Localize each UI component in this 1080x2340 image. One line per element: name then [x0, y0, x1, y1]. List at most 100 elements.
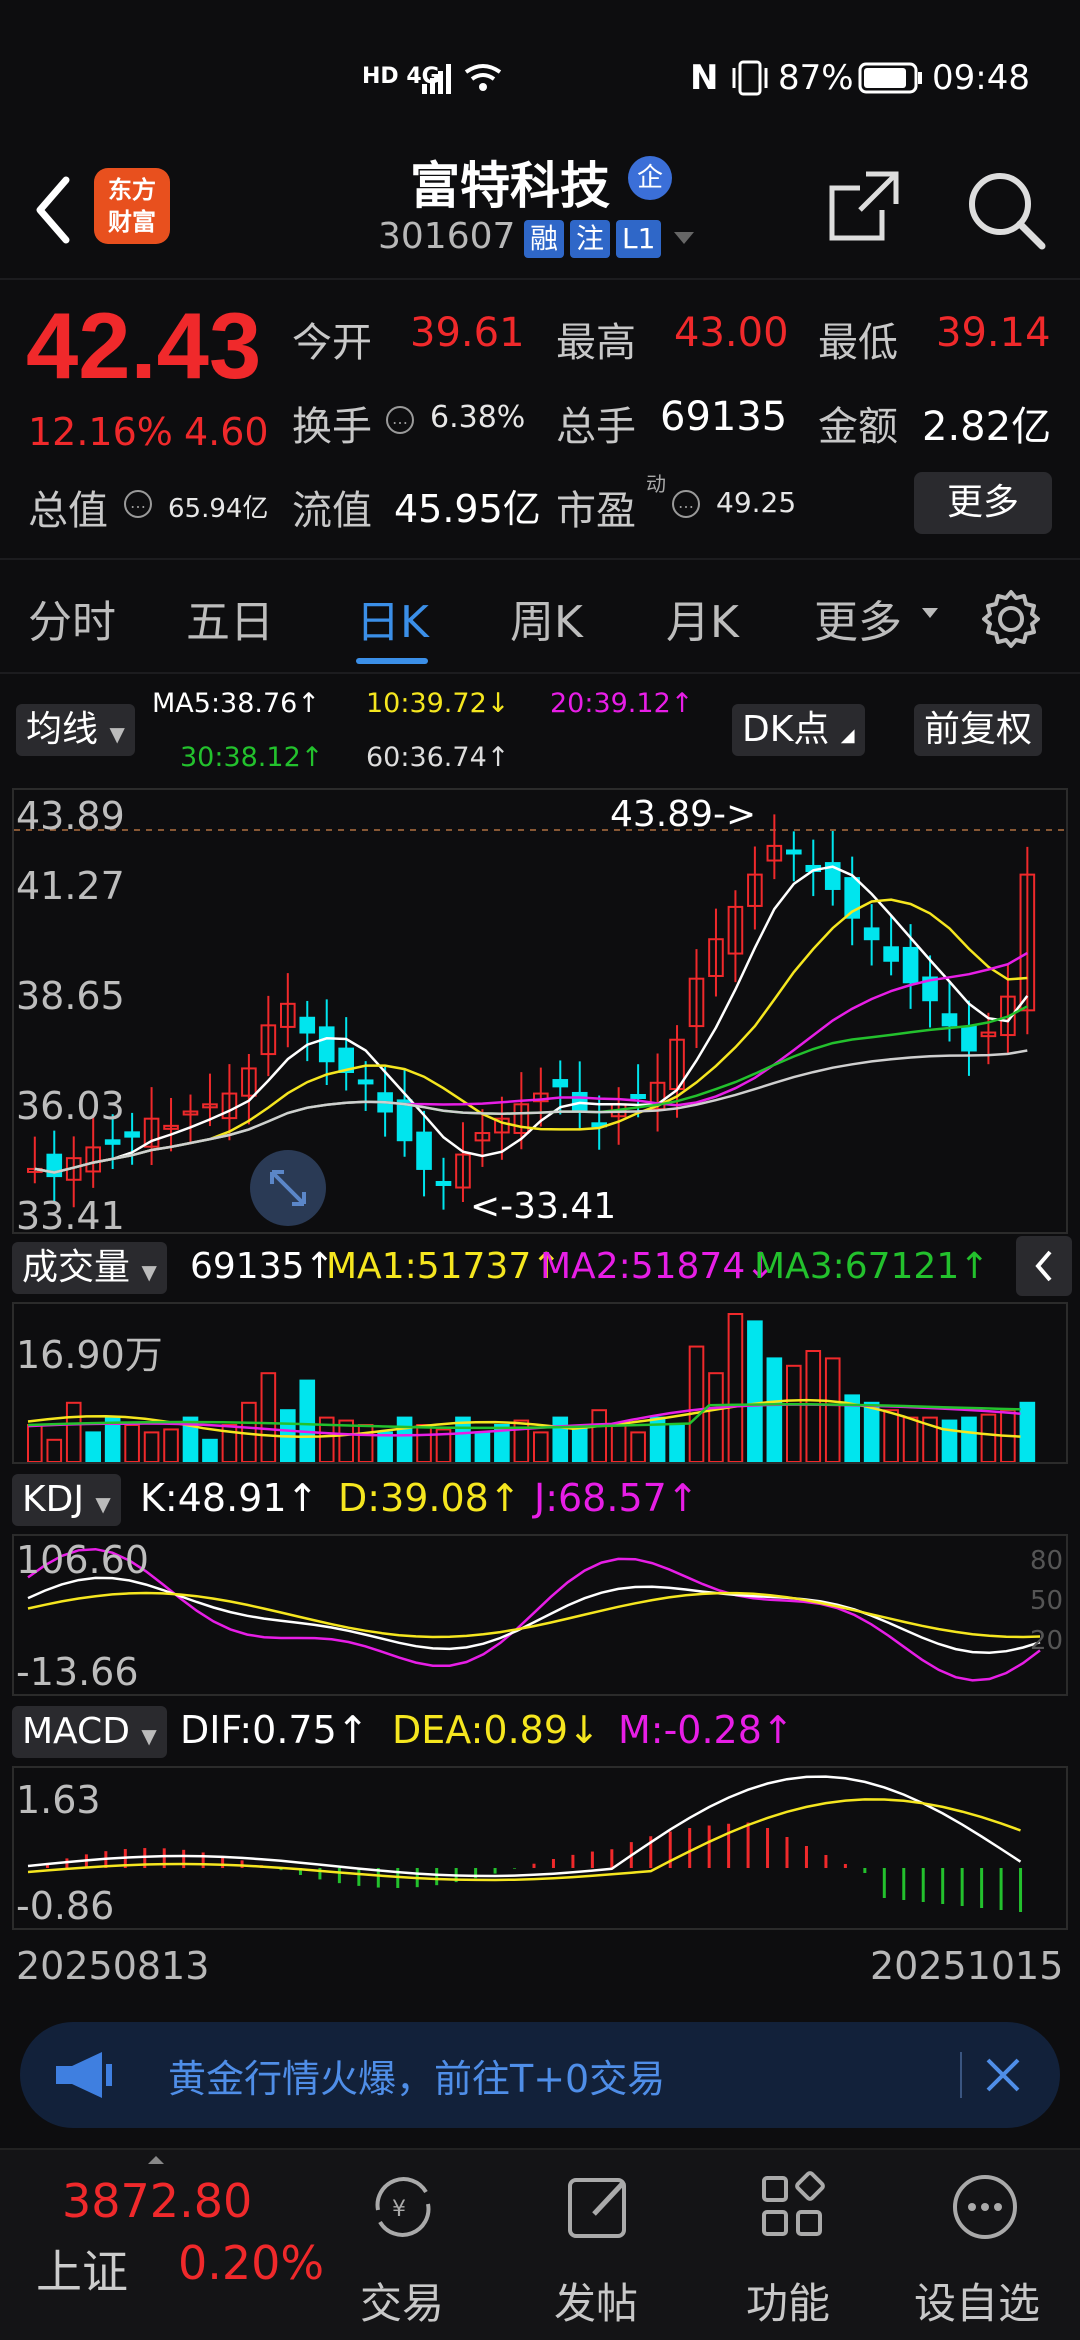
- candle: [124, 1131, 140, 1138]
- tab-daily-k[interactable]: 日K: [356, 586, 429, 650]
- gear-icon[interactable]: [980, 588, 1042, 650]
- volume-bar: [747, 1320, 763, 1462]
- stock-name: 富特科技: [410, 157, 610, 215]
- volume-bar: [124, 1424, 140, 1462]
- index-change[interactable]: 0.20%: [178, 2236, 324, 2290]
- expand-up-icon[interactable]: [146, 2154, 166, 2166]
- tab-intraday[interactable]: 分时: [28, 586, 116, 650]
- kdj-y-top: 106.60: [16, 1538, 149, 1582]
- tab-more[interactable]: 更多: [814, 586, 902, 650]
- ma-mode-select[interactable]: 均线 ▼: [16, 704, 135, 756]
- candle: [318, 1026, 335, 1063]
- high-label: 最高: [556, 320, 636, 366]
- kdj-chart: [27, 1547, 1041, 1682]
- volume-bar: [27, 1424, 43, 1462]
- tab-monthly-k[interactable]: 月K: [666, 586, 739, 650]
- volume-indicator-select[interactable]: 成交量 ▼: [12, 1242, 167, 1294]
- enterprise-badge: 企: [628, 156, 672, 200]
- kdj-indicator-select[interactable]: KDJ ▼: [12, 1474, 121, 1526]
- ma-line: [34, 951, 1028, 1174]
- kdj-level-20: 20: [1030, 1626, 1064, 1656]
- mktcap-value: 65.94亿: [168, 494, 269, 524]
- more-button[interactable]: 更多: [914, 472, 1052, 534]
- back-arrow-icon[interactable]: [22, 170, 82, 250]
- volume-bar: [805, 1350, 822, 1462]
- post-icon[interactable]: [564, 2170, 638, 2244]
- expand-chart-button[interactable]: [250, 1150, 326, 1226]
- volume-value: 69135: [660, 394, 788, 440]
- stock-code: 301607: [378, 216, 516, 257]
- app-logo[interactable]: 东方 财富: [94, 168, 170, 244]
- y-label: 41.27: [16, 864, 125, 908]
- battery-icon: [858, 62, 922, 94]
- candle: [552, 1079, 569, 1088]
- adjust-button[interactable]: 前复权: [914, 704, 1043, 756]
- volume-bar: [980, 1413, 997, 1462]
- close-icon[interactable]: [980, 2052, 1026, 2098]
- volume-panel[interactable]: 16.90万: [12, 1302, 1068, 1464]
- open-label: 今开: [292, 320, 372, 366]
- tab-weekly-k[interactable]: 周K: [510, 586, 583, 650]
- banner-text[interactable]: 黄金行情火爆，前往T+0交易: [168, 2048, 665, 2103]
- info-icon[interactable]: …: [386, 406, 414, 434]
- function-icon[interactable]: [756, 2170, 830, 2244]
- volume-bar: [883, 1409, 899, 1462]
- low-value: 39.14: [936, 310, 1051, 356]
- kdj-panel[interactable]: 106.60 -13.66 80 50 20: [12, 1534, 1068, 1696]
- volume-bar: [163, 1428, 179, 1462]
- tag-registration: 注: [570, 220, 611, 258]
- kdj-level-50: 50: [1030, 1586, 1064, 1616]
- stock-header: 东方 财富 富特科技 企 301607 融 注 L1: [0, 140, 1080, 280]
- macd-indicator-select[interactable]: MACD ▼: [12, 1706, 167, 1758]
- macd-dif: DIF:0.75↑: [180, 1708, 369, 1752]
- tab-five-day[interactable]: 五日: [186, 586, 274, 650]
- min-price-marker: <-33.41: [470, 1186, 617, 1227]
- promo-banner[interactable]: 黄金行情火爆，前往T+0交易: [20, 2022, 1060, 2128]
- volume-bar: [474, 1431, 491, 1462]
- kdj-y-bottom: -13.66: [16, 1650, 139, 1694]
- index-value[interactable]: 3872.80: [62, 2174, 252, 2228]
- search-icon[interactable]: [962, 166, 1048, 252]
- macd-chart: [27, 1775, 1023, 1912]
- pe-label: 市盈: [556, 488, 636, 534]
- low-label: 最低: [818, 320, 898, 366]
- candle: [396, 1099, 413, 1142]
- trade-icon[interactable]: ¥: [366, 2170, 440, 2244]
- volume-ma2: MA2:51874↓: [540, 1246, 776, 1287]
- macd-panel[interactable]: 1.63 -0.86: [12, 1766, 1068, 1930]
- index-name[interactable]: 上证: [36, 2236, 128, 2302]
- nav-function[interactable]: 功能: [746, 2270, 830, 2331]
- y-label: 38.65: [16, 974, 125, 1018]
- dropdown-icon[interactable]: [672, 228, 696, 248]
- nav-watchlist[interactable]: 设自选: [914, 2270, 1040, 2331]
- volume-ma1: MA1:51737↑: [326, 1246, 562, 1287]
- amount-label: 金额: [818, 404, 898, 450]
- volume-bar: [591, 1409, 608, 1462]
- kline-panel[interactable]: 43.89 41.27 38.65 36.03 33.41 43.89-> <-…: [12, 788, 1068, 1238]
- info-icon[interactable]: …: [124, 490, 152, 518]
- dk-point-button[interactable]: DK点 ◢: [732, 704, 865, 756]
- share-icon[interactable]: [824, 166, 904, 246]
- info-icon[interactable]: …: [672, 490, 700, 518]
- volume-bar: [824, 1357, 841, 1462]
- candle: [786, 849, 802, 855]
- bottom-nav: 3872.80 上证 0.20% ¥ 交易 发帖 功能 设自选: [0, 2148, 1080, 2340]
- volume-bar: [669, 1424, 685, 1462]
- pe-dynamic-mark: 动: [646, 472, 666, 496]
- chevron-left-icon: [1035, 1250, 1052, 1282]
- more-dots-icon[interactable]: [948, 2170, 1022, 2244]
- macd-dea: DEA:0.89↓: [392, 1708, 600, 1752]
- macd-m: M:-0.28↑: [618, 1708, 794, 1752]
- tag-level: L1: [616, 220, 662, 258]
- collapse-button[interactable]: [1016, 1236, 1072, 1296]
- candle: [357, 1079, 374, 1085]
- volume-bar: [552, 1416, 569, 1462]
- ma5-value: MA5:38.76↑: [152, 688, 320, 719]
- volume-bar: [357, 1424, 374, 1462]
- expand-icon: [270, 1170, 306, 1206]
- ma60-value: 60:36.74↑: [366, 742, 510, 773]
- volume-bar: [610, 1424, 627, 1462]
- nav-post[interactable]: 发帖: [554, 2270, 638, 2331]
- candle: [961, 1025, 977, 1052]
- nav-trade[interactable]: 交易: [360, 2270, 444, 2331]
